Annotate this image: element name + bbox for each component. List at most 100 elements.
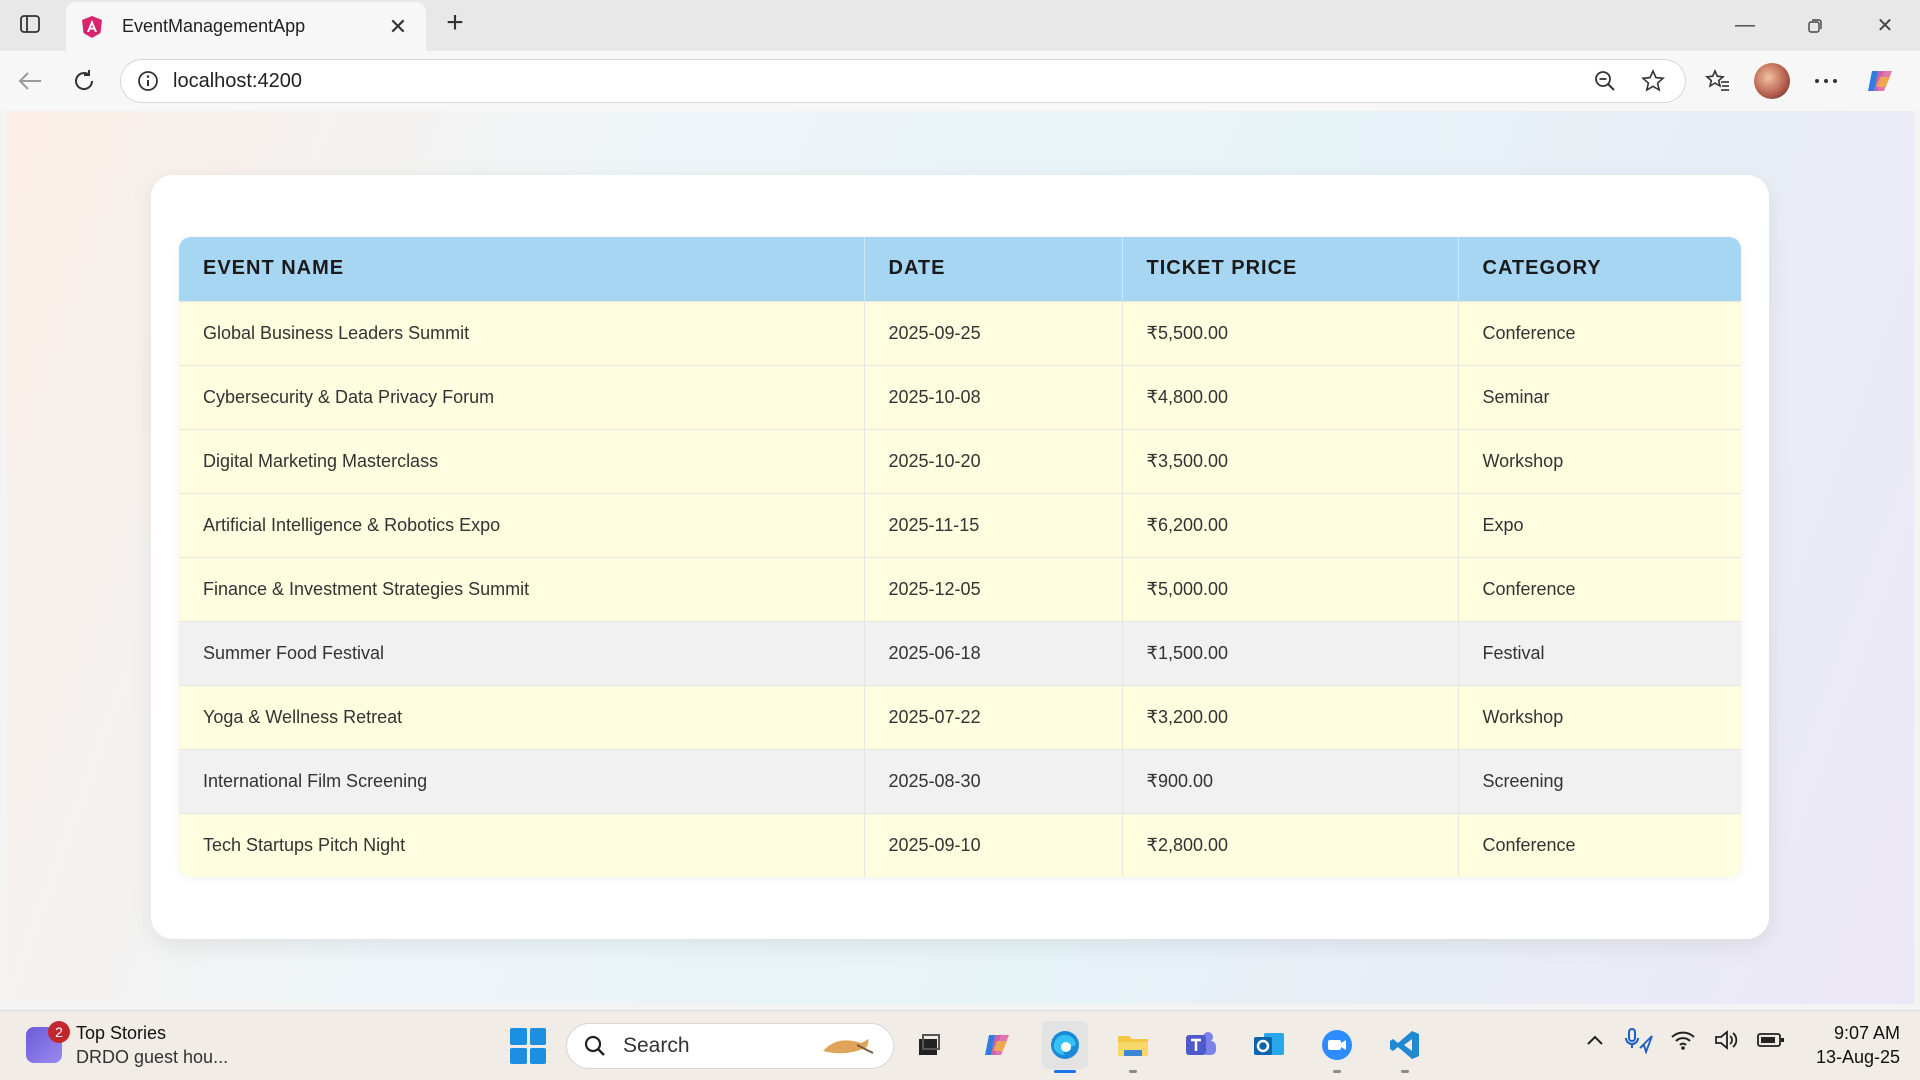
category-cell: Screening — [1458, 748, 1741, 813]
event-name-cell: Cybersecurity & Data Privacy Forum — [179, 364, 865, 429]
events-table: EVENT NAME DATE TICKET PRICE CATEGORY Gl… — [179, 237, 1741, 877]
event-name-cell: Summer Food Festival — [179, 620, 865, 685]
header-category: CATEGORY — [1458, 237, 1741, 301]
ticket-price-cell: ₹5,000.00 — [1122, 556, 1459, 621]
category-cell: Workshop — [1458, 428, 1741, 493]
close-window-icon[interactable]: ✕ — [1850, 0, 1920, 51]
search-label: Search — [623, 1034, 690, 1057]
event-name-cell: Tech Startups Pitch Night — [179, 812, 865, 877]
refresh-icon[interactable] — [64, 61, 104, 101]
news-title: Top Stories — [76, 1023, 167, 1043]
toolbar-right — [1700, 59, 1898, 103]
date-cell: 2025-08-30 — [864, 748, 1123, 813]
favorites-icon[interactable] — [1700, 63, 1736, 99]
date-cell: 2025-10-08 — [864, 364, 1123, 429]
ticket-price-cell: ₹4,800.00 — [1122, 364, 1459, 429]
angular-logo-icon — [82, 15, 102, 38]
search-icon — [584, 1035, 605, 1056]
table-row: Yoga & Wellness Retreat 2025-07-22 ₹3,200.… — [179, 684, 1741, 749]
category-cell: Conference — [1458, 812, 1741, 877]
category-cell: Seminar — [1458, 364, 1741, 429]
search-highlight-art-icon — [823, 1039, 874, 1054]
header-ticket-price: TICKET PRICE — [1122, 237, 1459, 301]
ticket-price-cell: ₹2,800.00 — [1122, 812, 1459, 877]
news-widget-icon: 2 — [26, 1021, 70, 1063]
event-name-cell: International Film Screening — [179, 748, 865, 813]
date-cell: 2025-07-22 — [864, 684, 1123, 749]
tab-actions-icon[interactable] — [18, 12, 42, 36]
table-row: Tech Startups Pitch Night 2025-09-10 ₹2,80… — [179, 812, 1741, 877]
date-cell: 2025-09-10 — [864, 812, 1123, 877]
taskbar: 2 Top Stories DRDO guest hou... Search 9… — [0, 1010, 1920, 1080]
file-explorer-icon[interactable] — [1110, 1021, 1156, 1073]
browser-tab[interactable]: EventManagementApp ✕ — [66, 2, 426, 51]
event-name-cell: Finance & Investment Strategies Summit — [179, 556, 865, 621]
table-header-row: EVENT NAME DATE TICKET PRICE CATEGORY — [179, 237, 1741, 301]
table-row: Cybersecurity & Data Privacy Forum 2025-1… — [179, 364, 1741, 429]
ticket-price-cell: ₹1,500.00 — [1122, 620, 1459, 685]
taskbar-clock[interactable]: 9:07 AM 13-Aug-25 — [1796, 1021, 1900, 1069]
address-bar[interactable]: localhost:4200 — [120, 59, 1686, 103]
table-row: International Film Screening 2025-08-30 ₹9… — [179, 748, 1741, 813]
copilot-app-icon[interactable] — [974, 1021, 1020, 1069]
date-cell: 2025-09-25 — [864, 300, 1123, 365]
tab-close-icon[interactable]: ✕ — [384, 14, 412, 40]
minimize-icon[interactable]: — — [1710, 0, 1780, 51]
microphone-location-icon[interactable] — [1624, 1025, 1654, 1055]
news-subtitle: DRDO guest hou... — [76, 1047, 229, 1067]
page-viewport: EVENT NAME DATE TICKET PRICE CATEGORY Gl… — [6, 111, 1914, 1004]
header-date: DATE — [864, 237, 1123, 301]
favorite-star-icon[interactable] — [1637, 65, 1669, 97]
ticket-price-cell: ₹3,200.00 — [1122, 684, 1459, 749]
table-row: Finance & Investment Strategies Summit 20… — [179, 556, 1741, 621]
browser-tab-bar: EventManagementApp ✕ + — ✕ — [0, 0, 1920, 51]
news-widget[interactable]: 2 Top Stories DRDO guest hou... — [26, 1021, 228, 1069]
ticket-price-cell: ₹6,200.00 — [1122, 492, 1459, 557]
window-controls: — ✕ — [1710, 0, 1920, 51]
task-view-icon[interactable] — [906, 1021, 952, 1069]
clock-time: 9:07 AM — [1833, 1023, 1900, 1043]
date-cell: 2025-11-15 — [864, 492, 1123, 557]
category-cell: Expo — [1458, 492, 1741, 557]
category-cell: Workshop — [1458, 684, 1741, 749]
date-cell: 2025-10-20 — [864, 428, 1123, 493]
back-icon[interactable] — [10, 61, 50, 101]
teams-icon[interactable] — [1178, 1021, 1224, 1069]
profile-avatar[interactable] — [1754, 63, 1790, 99]
restore-icon[interactable] — [1780, 0, 1850, 51]
header-event-name: EVENT NAME — [179, 237, 865, 301]
address-text: localhost:4200 — [173, 69, 302, 92]
new-tab-icon[interactable]: + — [438, 8, 472, 42]
volume-icon[interactable] — [1712, 1025, 1742, 1055]
ticket-price-cell: ₹3,500.00 — [1122, 428, 1459, 493]
date-cell: 2025-12-05 — [864, 556, 1123, 621]
wifi-icon[interactable] — [1668, 1025, 1698, 1055]
event-name-cell: Digital Marketing Masterclass — [179, 428, 865, 493]
table-row: Summer Food Festival 2025-06-18 ₹1,500.00 F… — [179, 620, 1741, 685]
windows-start-icon[interactable] — [510, 1028, 546, 1064]
table-row: Digital Marketing Masterclass 2025-10-20 ₹… — [179, 428, 1741, 493]
events-table-wrapper: EVENT NAME DATE TICKET PRICE CATEGORY Gl… — [179, 237, 1741, 877]
category-cell: Conference — [1458, 300, 1741, 365]
outlook-icon[interactable] — [1246, 1021, 1292, 1069]
browser-toolbar: localhost:4200 — [0, 51, 1920, 111]
date-cell: 2025-06-18 — [864, 620, 1123, 685]
event-name-cell: Yoga & Wellness Retreat — [179, 684, 865, 749]
zoom-out-icon[interactable] — [1589, 65, 1621, 97]
category-cell: Festival — [1458, 620, 1741, 685]
news-badge: 2 — [48, 1021, 70, 1043]
site-info-icon[interactable] — [137, 70, 159, 92]
more-options-icon[interactable] — [1808, 63, 1844, 99]
zoom-icon[interactable] — [1314, 1021, 1360, 1073]
copilot-icon[interactable] — [1862, 63, 1898, 99]
battery-icon[interactable] — [1756, 1025, 1786, 1055]
tab-title: EventManagementApp — [122, 16, 306, 36]
vscode-icon[interactable] — [1382, 1021, 1428, 1073]
taskbar-apps — [906, 1021, 1428, 1073]
edge-browser-icon[interactable] — [1042, 1021, 1088, 1073]
show-hidden-icons-icon[interactable] — [1580, 1025, 1610, 1055]
table-row: Global Business Leaders Summit 2025-09-25… — [179, 300, 1741, 365]
ticket-price-cell: ₹900.00 — [1122, 748, 1459, 813]
system-tray — [1580, 1025, 1786, 1055]
taskbar-search[interactable]: Search — [566, 1023, 894, 1069]
